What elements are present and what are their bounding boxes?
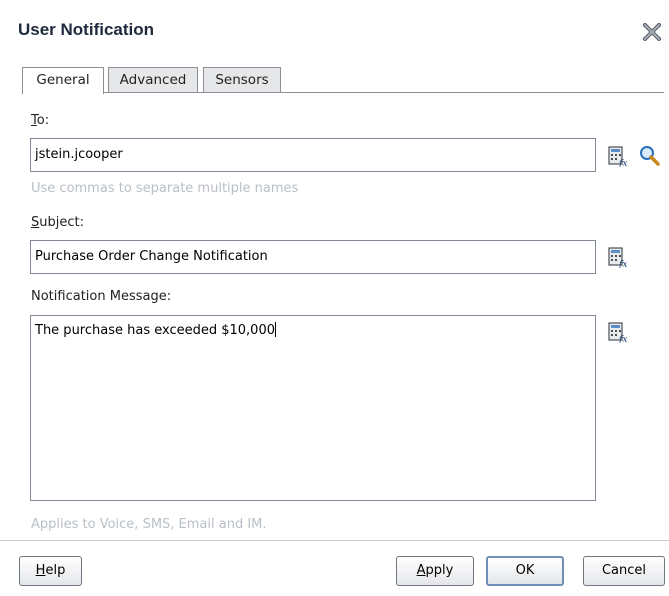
to-value: jstein.jcooper	[35, 147, 123, 162]
tab-advanced-label: Advanced	[119, 72, 187, 88]
ok-button[interactable]: OK	[486, 556, 564, 586]
subject-label: Subject:	[31, 215, 84, 230]
expression-builder-icon[interactable]: fx	[607, 145, 629, 167]
message-hint: Applies to Voice, SMS, Email and IM.	[31, 517, 267, 532]
expression-builder-icon[interactable]: fx	[607, 246, 629, 268]
to-label: To:	[31, 113, 50, 128]
text-caret	[275, 322, 276, 337]
svg-text:fx: fx	[618, 159, 627, 167]
cancel-button[interactable]: Cancel	[583, 556, 665, 586]
tab-advanced[interactable]: Advanced	[108, 67, 198, 92]
help-button[interactable]: Help	[19, 556, 82, 586]
subject-field[interactable]: Purchase Order Change Notification	[30, 240, 596, 274]
tab-sensors-label: Sensors	[215, 72, 269, 88]
expression-builder-icon[interactable]: fx	[607, 321, 629, 343]
message-label: Notification Message:	[31, 289, 172, 304]
message-textarea[interactable]: The purchase has exceeded $10,000	[30, 315, 596, 501]
search-icon[interactable]	[638, 144, 660, 166]
tab-general[interactable]: General	[22, 67, 104, 94]
tab-general-label: General	[36, 72, 90, 88]
button-bar-divider	[0, 540, 669, 541]
tab-strip-line	[22, 92, 664, 93]
message-value: The purchase has exceeded $10,000	[35, 323, 275, 338]
to-field[interactable]: jstein.jcooper	[30, 138, 596, 172]
user-notification-dialog: User Notification General Advanced Senso…	[0, 0, 669, 596]
subject-value: Purchase Order Change Notification	[35, 249, 268, 264]
tab-sensors[interactable]: Sensors	[203, 67, 281, 92]
to-hint: Use commas to separate multiple names	[31, 181, 299, 196]
apply-button[interactable]: Apply	[396, 556, 474, 586]
dialog-title: User Notification	[18, 20, 155, 39]
svg-text:fx: fx	[618, 335, 627, 343]
close-icon[interactable]	[641, 21, 663, 43]
svg-text:fx: fx	[618, 260, 627, 268]
